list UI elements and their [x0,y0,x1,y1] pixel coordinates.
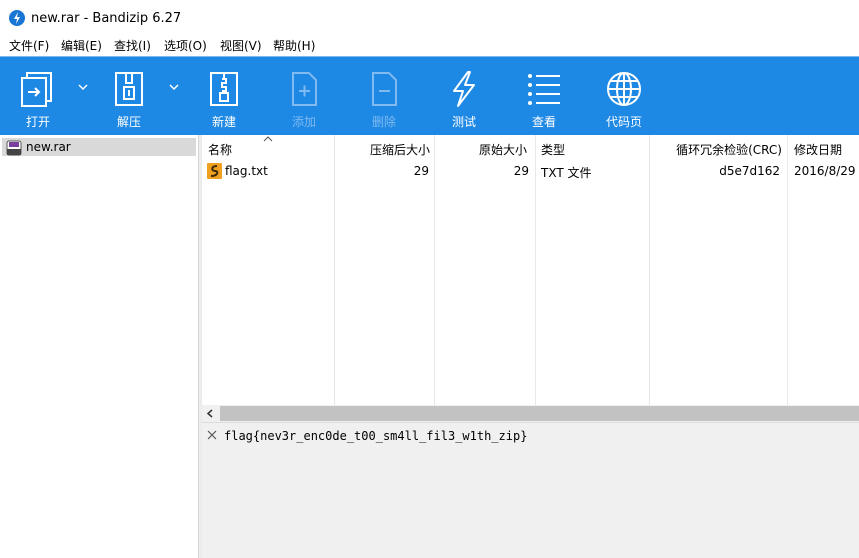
new-button[interactable]: 新建 [194,57,254,135]
open-icon [21,72,52,107]
menu-bar: 文件(F) 编辑(E) 查找(I) 选项(O) 视图(V) 帮助(H) [0,34,859,56]
new-label: 新建 [211,115,236,129]
extract-button[interactable]: 解压 [99,57,159,135]
extract-icon [115,72,143,106]
scroll-left-icon[interactable] [202,405,219,422]
sort-ascending-icon [263,136,273,142]
file-name: flag.txt [225,164,268,178]
menu-options[interactable]: 选项(O) [164,37,207,54]
menu-find[interactable]: 查找(I) [114,37,151,54]
file-row[interactable]: flag.txt 29 29 TXT 文件 d5e7d162 2016/8/29… [202,162,859,182]
file-type: TXT 文件 [541,166,592,180]
file-crc: d5e7d162 [719,164,780,178]
codepage-label: 代码页 [605,115,642,129]
column-header-modified[interactable]: 修改日期 [788,135,859,159]
extract-dropdown-icon[interactable] [169,83,179,91]
add-label: 添加 [291,115,316,129]
add-button[interactable]: 添加 [274,57,334,135]
file-original-size: 29 [513,164,529,178]
column-header-crc[interactable]: 循环冗余检验(CRC) [650,135,786,159]
preview-text: flag{nev3r_enc0de_t00_sm4ll_fil3_w1th_zi… [224,429,528,443]
tree-item-label: new.rar [26,140,71,154]
list-view-icon [528,74,560,105]
delete-button[interactable]: 删除 [354,57,414,135]
view-label: 查看 [531,115,556,129]
extract-label: 解压 [116,115,141,129]
close-icon[interactable] [206,429,218,441]
archive-tree: new.rar [0,135,199,558]
file-list: 名称 压缩后大小 原始大小 类型 循环冗余检验(CRC) 修改日期 flag.t… [202,135,859,405]
title-bar: new.rar - Bandizip 6.27 [0,0,859,34]
add-file-icon [292,72,317,106]
delete-label: 删除 [371,115,396,129]
menu-file[interactable]: 文件(F) [9,37,49,54]
test-label: 测试 [451,115,476,129]
delete-file-icon [372,72,397,106]
column-header-type[interactable]: 类型 [536,135,649,159]
codepage-button[interactable]: 代码页 [594,57,654,135]
new-archive-icon [210,72,238,106]
menu-view[interactable]: 视图(V) [220,37,262,54]
window-title: new.rar - Bandizip 6.27 [31,11,182,26]
horizontal-scrollbar[interactable] [202,405,859,422]
column-header-compressed[interactable]: 压缩后大小 [335,135,434,159]
test-button[interactable]: 测试 [434,57,494,135]
view-button[interactable]: 查看 [514,57,574,135]
menu-help[interactable]: 帮助(H) [273,37,315,54]
preview-pane: flag{nev3r_enc0de_t00_sm4ll_fil3_w1th_zi… [202,422,859,558]
file-compressed-size: 29 [413,164,429,178]
column-header-original[interactable]: 原始大小 [435,135,531,159]
globe-icon [607,72,641,106]
toolbar: 打开 解压 新建 添加 删除 测试 查看 代码页 [0,56,859,135]
column-header-name[interactable]: 名称 [202,135,334,159]
bandizip-logo-icon [9,10,25,26]
open-label: 打开 [25,115,50,129]
file-modified: 2016/8/29 1 [794,164,859,178]
tree-item-archive[interactable]: new.rar [2,138,196,156]
lightning-icon [453,71,475,107]
open-dropdown-icon[interactable] [78,83,88,91]
scrollbar-thumb[interactable] [220,406,859,421]
rar-archive-icon [6,140,22,156]
open-button[interactable]: 打开 [8,57,68,135]
menu-edit[interactable]: 编辑(E) [61,37,102,54]
text-file-icon [207,163,222,179]
